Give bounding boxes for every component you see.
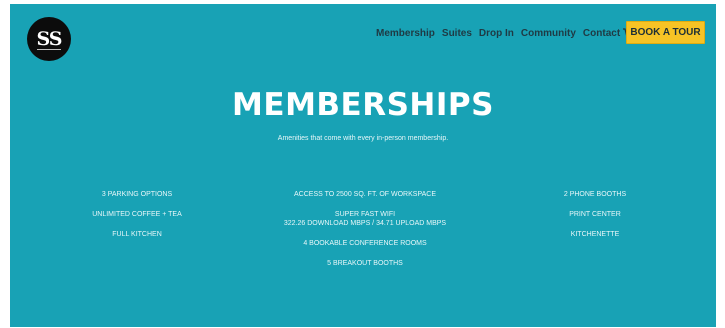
page-title: MEMBERSHIPS [232, 87, 494, 123]
amenity-item: ACCESS TO 2500 SQ. FT. OF WORKSPACE [294, 191, 436, 198]
logo-text: SS [36, 27, 62, 50]
amenity-item: PRINT CENTER [569, 211, 621, 218]
page-subtitle: Amenities that come with every in-person… [277, 135, 449, 142]
main-nav: Membership Suites Drop In Community Cont… [376, 25, 645, 41]
amenity-item: 3 PARKING OPTIONS [101, 191, 173, 198]
logo-underline [37, 49, 61, 50]
page-frame: SS Membership Suites Drop In Community C… [10, 4, 716, 327]
amenities-middle-column: ACCESS TO 2500 SQ. FT. OF WORKSPACE SUPE… [260, 190, 470, 268]
amenity-item: UNLIMITED COFFEE + TEA [92, 211, 182, 218]
nav-link-drop-in[interactable]: Drop In [479, 28, 514, 39]
amenity-item: FULL KITCHEN [112, 231, 162, 238]
nav-link-suites[interactable]: Suites [442, 28, 472, 39]
amenities-left-column: 3 PARKING OPTIONS UNLIMITED COFFEE + TEA… [52, 190, 222, 239]
nav-link-community[interactable]: Community [521, 28, 576, 39]
book-a-tour-button[interactable]: BOOK A TOUR [626, 21, 705, 44]
site-logo[interactable]: SS [27, 17, 71, 61]
amenity-item: 2 PHONE BOOTHS [563, 191, 627, 198]
amenity-item: 4 BOOKABLE CONFERENCE ROOMS [303, 240, 427, 247]
nav-link-contact[interactable]: Contact [583, 28, 620, 39]
amenity-item: SUPER FAST WIFI [334, 211, 396, 218]
amenities-right-column: 2 PHONE BOOTHS PRINT CENTER KITCHENETTE [510, 190, 680, 239]
nav-link-membership[interactable]: Membership [376, 28, 435, 39]
amenity-item: KITCHENETTE [570, 231, 620, 238]
amenity-detail: 322.26 DOWNLOAD MBPS / 34.71 UPLOAD MBPS [283, 220, 447, 227]
amenity-item: 5 BREAKOUT BOOTHS [327, 260, 403, 267]
